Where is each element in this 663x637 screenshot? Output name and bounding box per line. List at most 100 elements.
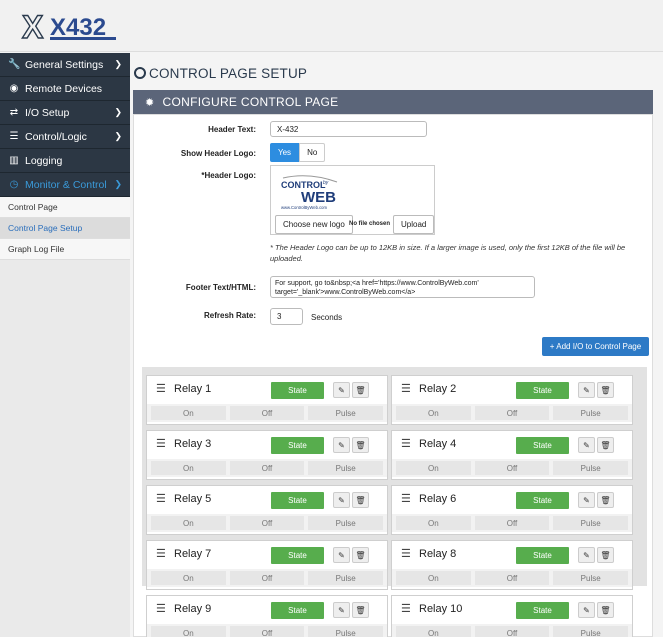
drag-handle-icon[interactable]: ☰	[156, 602, 166, 615]
svg-text:by: by	[323, 180, 329, 186]
relay-grid: ☰ Relay 1 State ✎ 🗑 On Off Pulse ☰ Relay 2 State ✎ 🗑…	[142, 367, 647, 637]
relay-off-button[interactable]: Off	[229, 461, 305, 475]
trash-icon[interactable]: 🗑	[597, 547, 614, 563]
sidebar-item-logging[interactable]: ▥ Logging	[0, 149, 130, 173]
relay-pulse-button[interactable]: Pulse	[308, 626, 384, 637]
svg-text:X: X	[22, 9, 44, 44]
relay-pulse-button[interactable]: Pulse	[308, 461, 384, 475]
wrench-icon: 🔧	[8, 59, 21, 70]
drag-handle-icon[interactable]: ☰	[401, 437, 411, 450]
sidebar-subitem-graph-log-file[interactable]: Graph Log File	[0, 239, 130, 260]
relay-on-button[interactable]: On	[396, 406, 471, 420]
edit-icon[interactable]: ✎	[333, 382, 350, 398]
trash-icon[interactable]: 🗑	[597, 602, 614, 618]
relay-off-button[interactable]: Off	[229, 626, 305, 637]
drag-handle-icon[interactable]: ☰	[401, 382, 411, 395]
edit-icon[interactable]: ✎	[578, 602, 595, 618]
relay-pulse-button[interactable]: Pulse	[553, 461, 629, 475]
relay-pulse-button[interactable]: Pulse	[553, 406, 629, 420]
drag-handle-icon[interactable]: ☰	[156, 437, 166, 450]
choose-logo-button[interactable]: Choose new logo	[275, 215, 353, 234]
main-content: CONTROL PAGE SETUP ✹ CONFIGURE CONTROL P…	[131, 53, 663, 637]
edit-icon[interactable]: ✎	[578, 382, 595, 398]
relay-off-button[interactable]: Off	[229, 571, 305, 585]
trash-icon[interactable]: 🗑	[352, 437, 369, 453]
relay-state-indicator: State	[271, 382, 324, 399]
edit-icon[interactable]: ✎	[578, 437, 595, 453]
edit-icon[interactable]: ✎	[333, 547, 350, 563]
sidebar-item-general-settings[interactable]: 🔧 General Settings ❯	[0, 53, 130, 77]
sidebar-subitem-control-page[interactable]: Control Page	[0, 197, 130, 218]
brand-logo: X X432	[21, 8, 116, 44]
drag-handle-icon[interactable]: ☰	[401, 602, 411, 615]
drag-handle-icon[interactable]: ☰	[156, 492, 166, 505]
sidebar-item-control-logic[interactable]: ☰ Control/Logic ❯	[0, 125, 130, 149]
chevron-down-icon: ❯	[114, 179, 122, 189]
gear-icon: ✹	[145, 96, 155, 109]
relay-card: ☰ Relay 5 State ✎ 🗑 On Off Pulse	[146, 485, 388, 535]
footer-textarea[interactable]: For support, go to&nbsp;<a href='https:/…	[270, 276, 535, 298]
edit-icon[interactable]: ✎	[333, 492, 350, 508]
relay-on-button[interactable]: On	[396, 626, 471, 637]
trash-icon[interactable]: 🗑	[597, 437, 614, 453]
sidebar-item-io-setup[interactable]: ⇄ I/O Setup ❯	[0, 101, 130, 125]
io-arrows-icon: ⇄	[9, 107, 19, 118]
relay-pulse-button[interactable]: Pulse	[308, 406, 384, 420]
relay-pulse-button[interactable]: Pulse	[553, 516, 629, 530]
relay-state-indicator: State	[516, 602, 569, 619]
show-logo-no-button[interactable]: No	[299, 143, 326, 162]
relay-off-button[interactable]: Off	[474, 406, 550, 420]
relay-on-button[interactable]: On	[396, 516, 471, 530]
drag-handle-icon[interactable]: ☰	[401, 492, 411, 505]
edit-icon[interactable]: ✎	[333, 437, 350, 453]
relay-off-button[interactable]: Off	[474, 626, 550, 637]
relay-on-button[interactable]: On	[151, 626, 226, 637]
relay-on-button[interactable]: On	[151, 516, 226, 530]
upload-button[interactable]: Upload	[393, 215, 435, 234]
chevron-down-icon: ❯	[114, 131, 122, 141]
add-io-button[interactable]: + Add I/O to Control Page	[542, 337, 649, 356]
edit-icon[interactable]: ✎	[578, 492, 595, 508]
drag-handle-icon[interactable]: ☰	[156, 547, 166, 560]
relay-on-button[interactable]: On	[151, 406, 226, 420]
edit-icon[interactable]: ✎	[578, 547, 595, 563]
header-text-input[interactable]: X-432	[270, 121, 427, 137]
relay-actions: On Off Pulse	[147, 569, 387, 587]
relay-card: ☰ Relay 6 State ✎ 🗑 On Off Pulse	[391, 485, 633, 535]
drag-handle-icon[interactable]: ☰	[401, 547, 411, 560]
relay-pulse-button[interactable]: Pulse	[308, 516, 384, 530]
relay-name: Relay 9	[174, 603, 212, 615]
relay-off-button[interactable]: Off	[229, 406, 305, 420]
trash-icon[interactable]: 🗑	[352, 602, 369, 618]
refresh-rate-input[interactable]: 3	[270, 308, 303, 325]
trash-icon[interactable]: 🗑	[352, 492, 369, 508]
relay-pulse-button[interactable]: Pulse	[553, 571, 629, 585]
trash-icon[interactable]: 🗑	[597, 492, 614, 508]
relay-on-button[interactable]: On	[151, 571, 226, 585]
relay-name: Relay 3	[174, 438, 212, 450]
seconds-label: Seconds	[311, 313, 343, 322]
relay-on-button[interactable]: On	[396, 571, 471, 585]
top-bar: X X432	[0, 0, 663, 52]
relay-off-button[interactable]: Off	[474, 516, 550, 530]
relay-on-button[interactable]: On	[151, 461, 226, 475]
trash-icon[interactable]: 🗑	[352, 547, 369, 563]
trash-icon[interactable]: 🗑	[597, 382, 614, 398]
relay-off-button[interactable]: Off	[229, 516, 305, 530]
relay-off-button[interactable]: Off	[474, 571, 550, 585]
relay-state-indicator: State	[271, 547, 324, 564]
sidebar-subitem-control-page-setup[interactable]: Control Page Setup	[0, 218, 130, 239]
relay-pulse-button[interactable]: Pulse	[553, 626, 629, 637]
trash-icon[interactable]: 🗑	[352, 382, 369, 398]
sidebar-item-monitor-control[interactable]: ◷ Monitor & Control ❯	[0, 173, 130, 197]
relay-name: Relay 2	[419, 383, 457, 395]
relay-off-button[interactable]: Off	[474, 461, 550, 475]
sidebar-item-remote-devices[interactable]: ◉ Remote Devices	[0, 77, 130, 101]
relay-pulse-button[interactable]: Pulse	[308, 571, 384, 585]
relay-card: ☰ Relay 10 State ✎ 🗑 On Off Pulse	[391, 595, 633, 637]
relay-on-button[interactable]: On	[396, 461, 471, 475]
edit-icon[interactable]: ✎	[333, 602, 350, 618]
drag-handle-icon[interactable]: ☰	[156, 382, 166, 395]
show-logo-yes-button[interactable]: Yes	[270, 143, 300, 162]
no-file-label: No file chosen	[349, 221, 391, 227]
